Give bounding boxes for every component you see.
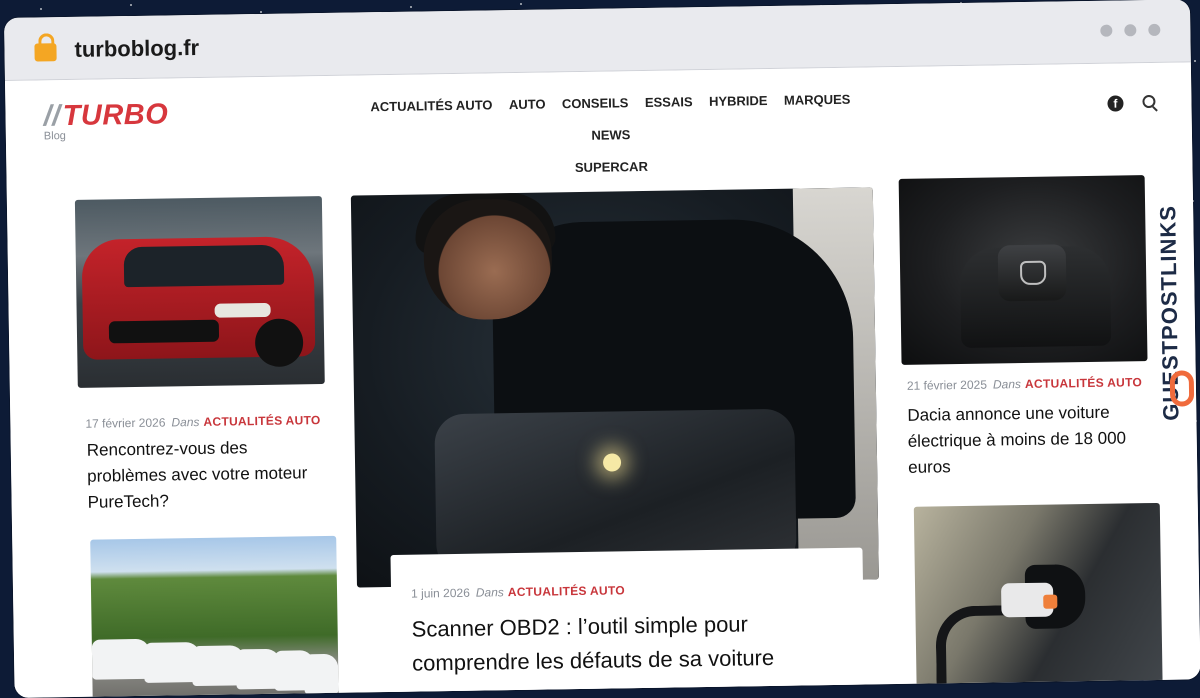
lock-icon — [34, 43, 57, 62]
nav-item-hybride[interactable]: HYBRIDE — [709, 93, 768, 109]
article-category-link[interactable]: ACTUALITÉS AUTO — [508, 583, 625, 599]
nav-item-actualites-auto[interactable]: ACTUALITÉS AUTO — [370, 97, 492, 114]
page-viewport: //TURBO Blog ACTUALITÉS AUTO AUTO CONSEI… — [4, 62, 1200, 698]
article-date: 1 juin 2026 — [410, 585, 470, 601]
article-image-dacia[interactable] — [898, 175, 1148, 365]
main-navigation: ACTUALITÉS AUTO AUTO CONSEILS ESSAIS HYB… — [350, 83, 871, 187]
search-icon[interactable] — [1142, 94, 1156, 109]
article-meta: 21 février 2025 Dans ACTUALITÉS AUTO — [907, 375, 1142, 393]
article-meta: 17 février 2026 Dans ACTUALITÉS AUTO — [85, 413, 320, 431]
facebook-icon[interactable]: f — [1107, 95, 1124, 112]
article-in-label: Dans — [992, 377, 1022, 392]
link-icon — [1169, 370, 1195, 407]
nav-item-supercar[interactable]: SUPERCAR — [575, 159, 648, 175]
article-image-vans[interactable] — [90, 535, 340, 698]
article-image-ev-charging[interactable] — [913, 502, 1163, 698]
featured-article-image[interactable] — [350, 187, 879, 588]
article-category-link[interactable]: ACTUALITÉS AUTO — [1025, 375, 1142, 391]
article-title[interactable]: Rencontrez-vous des problèmes avec votre… — [87, 434, 328, 516]
article-category-link[interactable]: ACTUALITÉS AUTO — [203, 413, 320, 429]
browser-window: turboblog.fr //TURBO Blog ACTUALITÉS AUT… — [4, 0, 1200, 698]
article-title[interactable]: Dacia annonce une voiture électrique à m… — [907, 399, 1148, 481]
guestpostlinks-watermark: GUESTPOSTLINKS — [1154, 120, 1200, 421]
logo-text: TURBO — [62, 98, 169, 133]
nav-item-marques[interactable]: MARQUES — [784, 92, 851, 108]
nav-item-conseils[interactable]: CONSEILS — [562, 95, 629, 111]
window-dot-icon[interactable] — [1100, 24, 1113, 37]
nav-item-news[interactable]: NEWS — [591, 127, 630, 143]
article-image-peugeot[interactable] — [74, 196, 325, 388]
window-dot-icon[interactable] — [1124, 24, 1137, 37]
article-date: 21 février 2025 — [906, 377, 988, 393]
featured-article-title[interactable]: Scanner OBD2 : l’outil simple pour compr… — [411, 606, 852, 681]
article-date: 17 février 2026 — [85, 415, 166, 431]
logo-slash: // — [43, 100, 61, 133]
site-logo[interactable]: //TURBO Blog — [43, 98, 168, 142]
article-in-label: Dans — [171, 414, 200, 430]
article-in-label: Dans — [475, 585, 504, 600]
url-text[interactable]: turboblog.fr — [74, 35, 199, 63]
window-controls — [1100, 23, 1161, 37]
nav-item-essais[interactable]: ESSAIS — [645, 94, 693, 110]
nav-item-auto[interactable]: AUTO — [509, 97, 546, 113]
window-dot-icon[interactable] — [1148, 23, 1161, 37]
